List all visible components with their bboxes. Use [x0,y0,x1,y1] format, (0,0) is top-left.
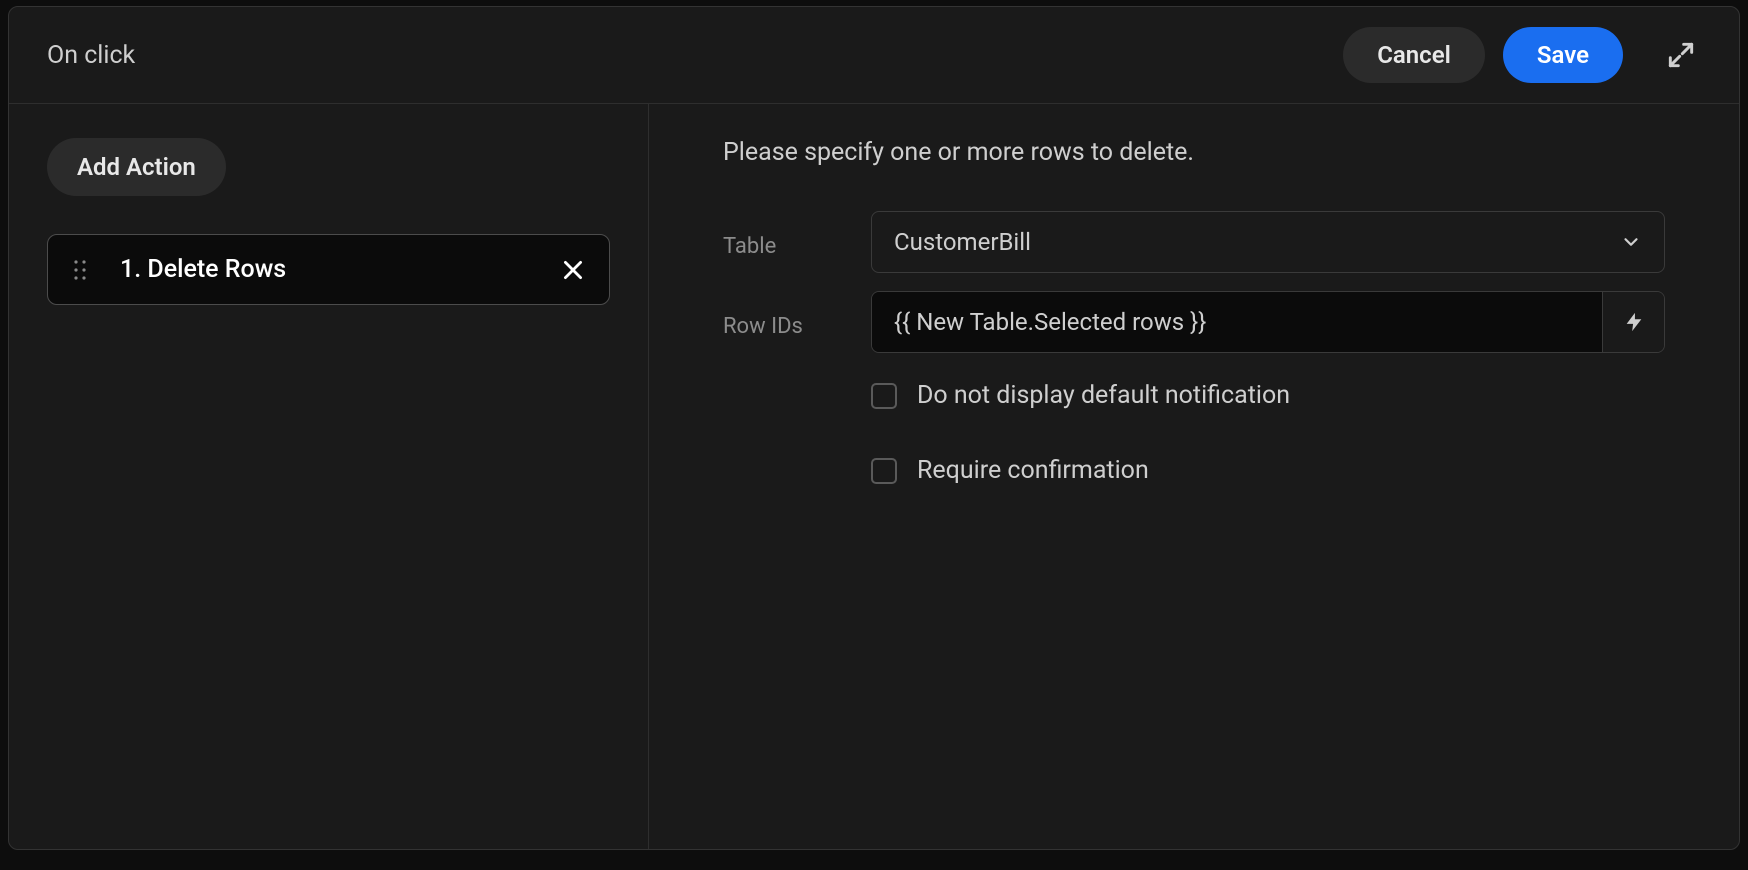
expand-icon[interactable] [1661,35,1701,75]
header-actions: Cancel Save [1343,27,1701,83]
action-item-label: 1. Delete Rows [120,255,559,284]
no-notification-row: Do not display default notification [871,381,1665,410]
drag-handle-icon[interactable] [70,256,90,284]
row-ids-input[interactable] [872,292,1602,352]
row-ids-row: Row IDs [723,291,1665,353]
table-select[interactable]: CustomerBill [871,211,1665,273]
action-config-panel: Please specify one or more rows to delet… [649,104,1739,849]
require-confirmation-checkbox[interactable] [871,458,897,484]
instruction-text: Please specify one or more rows to delet… [723,138,1665,167]
table-row: Table CustomerBill [723,211,1665,273]
no-notification-checkbox[interactable] [871,383,897,409]
close-icon[interactable] [559,256,587,284]
modal-title: On click [47,41,1343,70]
chevron-down-icon [1620,231,1642,253]
action-editor-modal: On click Cancel Save Add Action [8,6,1740,850]
modal-body: Add Action 1. Delete Rows [9,104,1739,849]
save-button[interactable]: Save [1503,27,1623,83]
actions-panel: Add Action 1. Delete Rows [9,104,649,849]
row-ids-label: Row IDs [723,306,871,339]
table-select-value: CustomerBill [894,228,1031,256]
no-notification-label[interactable]: Do not display default notification [917,381,1290,410]
modal-header: On click Cancel Save [9,7,1739,104]
table-label: Table [723,226,871,259]
action-item[interactable]: 1. Delete Rows [47,234,610,305]
lightning-icon[interactable] [1602,292,1664,352]
cancel-button[interactable]: Cancel [1343,27,1485,83]
row-ids-field [871,291,1665,353]
require-confirmation-label[interactable]: Require confirmation [917,456,1149,485]
add-action-button[interactable]: Add Action [47,138,226,196]
require-confirmation-row: Require confirmation [871,456,1665,485]
